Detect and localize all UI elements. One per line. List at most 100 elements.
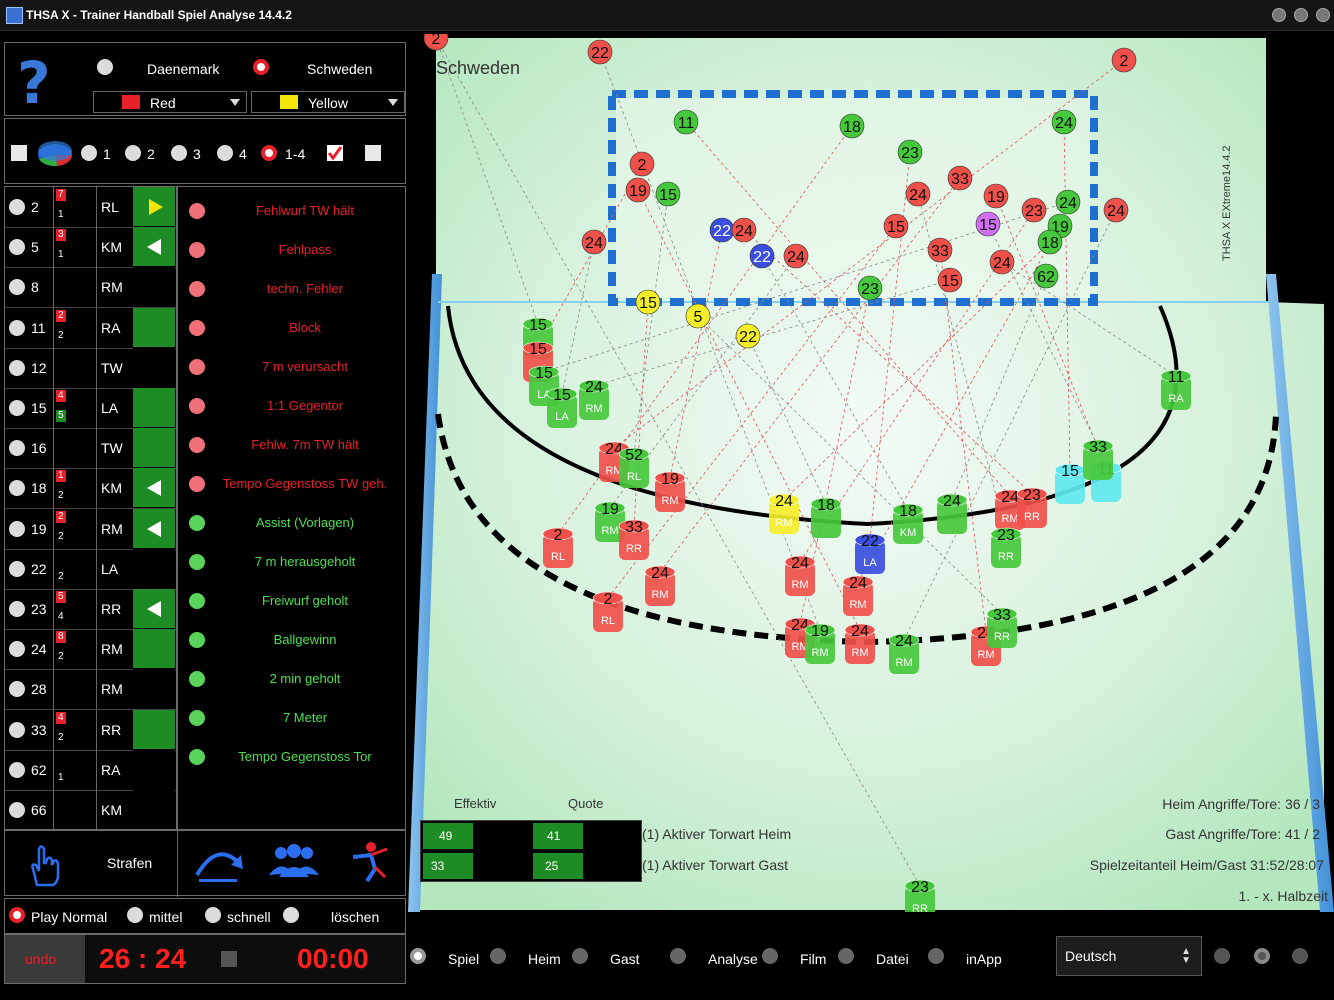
- goal-shot-marker[interactable]: 15: [937, 267, 963, 293]
- shooter-marker[interactable]: 23 RR: [990, 527, 1022, 568]
- show-checked-checkbox[interactable]: [327, 145, 343, 161]
- player-row[interactable]: 11 2 2 RA: [5, 307, 177, 349]
- close-button[interactable]: [1316, 8, 1330, 22]
- goal-shot-marker[interactable]: 24: [1055, 189, 1081, 215]
- period-3-radio[interactable]: [171, 145, 187, 161]
- goal-shot-marker[interactable]: 22: [709, 217, 735, 243]
- language-select[interactable]: Deutsch ▲ ▼: [1056, 936, 1202, 976]
- maximize-button[interactable]: [1294, 8, 1308, 22]
- shooter-marker[interactable]: 2 RL: [592, 591, 624, 632]
- goal-shot-marker[interactable]: 62: [1033, 263, 1059, 289]
- nav-radio[interactable]: [838, 948, 854, 964]
- shooter-marker[interactable]: 15 LA: [546, 387, 578, 428]
- hand-pointer-icon[interactable]: [23, 841, 67, 889]
- minimize-button[interactable]: [1272, 8, 1286, 22]
- goal-shot-marker[interactable]: 15: [883, 213, 909, 239]
- shooter-marker[interactable]: 19 RM: [804, 623, 836, 664]
- goal-shot-marker[interactable]: 2: [1111, 47, 1137, 73]
- shooter-marker[interactable]: 24 RM: [888, 633, 920, 674]
- player-on-court-indicator[interactable]: [133, 267, 175, 307]
- handball-court[interactable]: 222 211 18 2423219 15 24331923 24 2422 24 15 15 192…: [408, 25, 1334, 920]
- clear-radio[interactable]: [283, 907, 299, 923]
- shooter-marker[interactable]: 23 RR: [904, 879, 936, 920]
- shooter-marker[interactable]: 24 RM: [768, 493, 800, 534]
- goal-shot-marker[interactable]: 24: [1103, 197, 1129, 223]
- goal-shot-marker[interactable]: 11: [673, 109, 699, 135]
- stop-button[interactable]: [221, 951, 237, 967]
- goal-shot-marker[interactable]: 22: [749, 243, 775, 269]
- event-item[interactable]: 7 m verursacht: [177, 347, 401, 386]
- goal-shot-marker[interactable]: 24: [905, 181, 931, 207]
- goal-shot-marker[interactable]: 15: [975, 211, 1001, 237]
- goal-shot-marker[interactable]: 22: [735, 323, 761, 349]
- player-row[interactable]: 24 8 2 RM: [5, 629, 177, 671]
- player-on-court-indicator[interactable]: [133, 227, 175, 267]
- period-2-radio[interactable]: [125, 145, 141, 161]
- event-item[interactable]: Ballgewinn: [177, 620, 401, 659]
- shooter-marker[interactable]: 24 RM: [844, 623, 876, 664]
- team-icon[interactable]: [267, 839, 321, 883]
- player-radio[interactable]: [9, 440, 25, 457]
- nav-radio[interactable]: [928, 948, 944, 964]
- goal-shot-marker[interactable]: 23: [897, 139, 923, 165]
- player-row[interactable]: 28 RM: [5, 669, 177, 711]
- player-radio[interactable]: [9, 761, 25, 778]
- player-row[interactable]: 19 2 2 RM: [5, 508, 177, 550]
- goal-shot-marker[interactable]: 24: [581, 229, 607, 255]
- player-radio[interactable]: [9, 279, 25, 296]
- option-radio-2[interactable]: [1254, 948, 1270, 964]
- player-on-court-indicator[interactable]: [133, 669, 175, 709]
- play-medium-radio[interactable]: [127, 907, 143, 923]
- shooter-marker[interactable]: 24 RM: [842, 575, 874, 616]
- pie-chart-icon[interactable]: [35, 135, 75, 169]
- player-on-court-indicator[interactable]: [133, 629, 175, 669]
- player-radio[interactable]: [9, 681, 25, 698]
- goal-shot-marker[interactable]: 18: [839, 113, 865, 139]
- shooter-marker[interactable]: 24 RM: [784, 555, 816, 596]
- player-row[interactable]: 62 1 RA: [5, 749, 177, 791]
- nav-radio[interactable]: [572, 948, 588, 964]
- event-item[interactable]: Block: [177, 308, 401, 347]
- player-radio[interactable]: [9, 359, 25, 376]
- player-row[interactable]: 5 3 1 KM: [5, 227, 177, 269]
- player-on-court-indicator[interactable]: [133, 187, 175, 226]
- event-item[interactable]: 7 m herausgeholt: [177, 542, 401, 581]
- nav-radio[interactable]: [670, 948, 686, 964]
- player-row[interactable]: 33 4 2 RR: [5, 709, 177, 751]
- shooter-marker[interactable]: 11 RA: [1160, 369, 1192, 410]
- event-item[interactable]: techn. Fehler: [177, 269, 401, 308]
- goal-shot-marker[interactable]: 24: [989, 249, 1015, 275]
- player-row[interactable]: 8 RM: [5, 267, 177, 309]
- goal-shot-marker[interactable]: 15: [635, 289, 661, 315]
- player-on-court-indicator[interactable]: [133, 428, 175, 468]
- player-on-court-indicator[interactable]: [133, 589, 175, 628]
- player-radio[interactable]: [9, 400, 25, 416]
- goal-shot-marker[interactable]: 19: [983, 183, 1009, 209]
- player-row[interactable]: 18 1 2 KM: [5, 468, 177, 510]
- player-row[interactable]: 15 4 5 LA: [5, 388, 177, 429]
- goal-shot-marker[interactable]: 24: [1051, 109, 1077, 135]
- player-on-court-indicator[interactable]: [133, 548, 175, 588]
- player-radio[interactable]: [9, 239, 25, 256]
- player-radio[interactable]: [9, 520, 25, 537]
- option-radio-3[interactable]: [1292, 948, 1308, 964]
- shooter-marker[interactable]: 23 RR: [1016, 487, 1048, 528]
- player-row[interactable]: 12 TW: [5, 347, 177, 389]
- goal-shot-marker[interactable]: 5: [685, 303, 711, 329]
- player-radio[interactable]: [9, 480, 25, 497]
- shooter-marker[interactable]: 24 RM: [644, 565, 676, 606]
- shooter-marker[interactable]: 22 LA: [854, 533, 886, 574]
- event-item[interactable]: Freiwurf geholt: [177, 581, 401, 620]
- nav-radio[interactable]: [762, 948, 778, 964]
- help-icon[interactable]: ?: [13, 51, 61, 111]
- team-home-radio[interactable]: [97, 59, 113, 75]
- shooter-marker[interactable]: 33: [1082, 439, 1114, 480]
- player-on-court-indicator[interactable]: [133, 347, 175, 387]
- player-on-court-indicator[interactable]: [133, 749, 175, 789]
- undo-button[interactable]: undo: [5, 935, 85, 983]
- goal-shot-marker[interactable]: 33: [927, 237, 953, 263]
- player-radio[interactable]: [9, 560, 25, 577]
- play-normal-radio[interactable]: [9, 907, 25, 923]
- player-row[interactable]: 22 2 LA: [5, 548, 177, 590]
- player-on-court-indicator[interactable]: [133, 307, 175, 347]
